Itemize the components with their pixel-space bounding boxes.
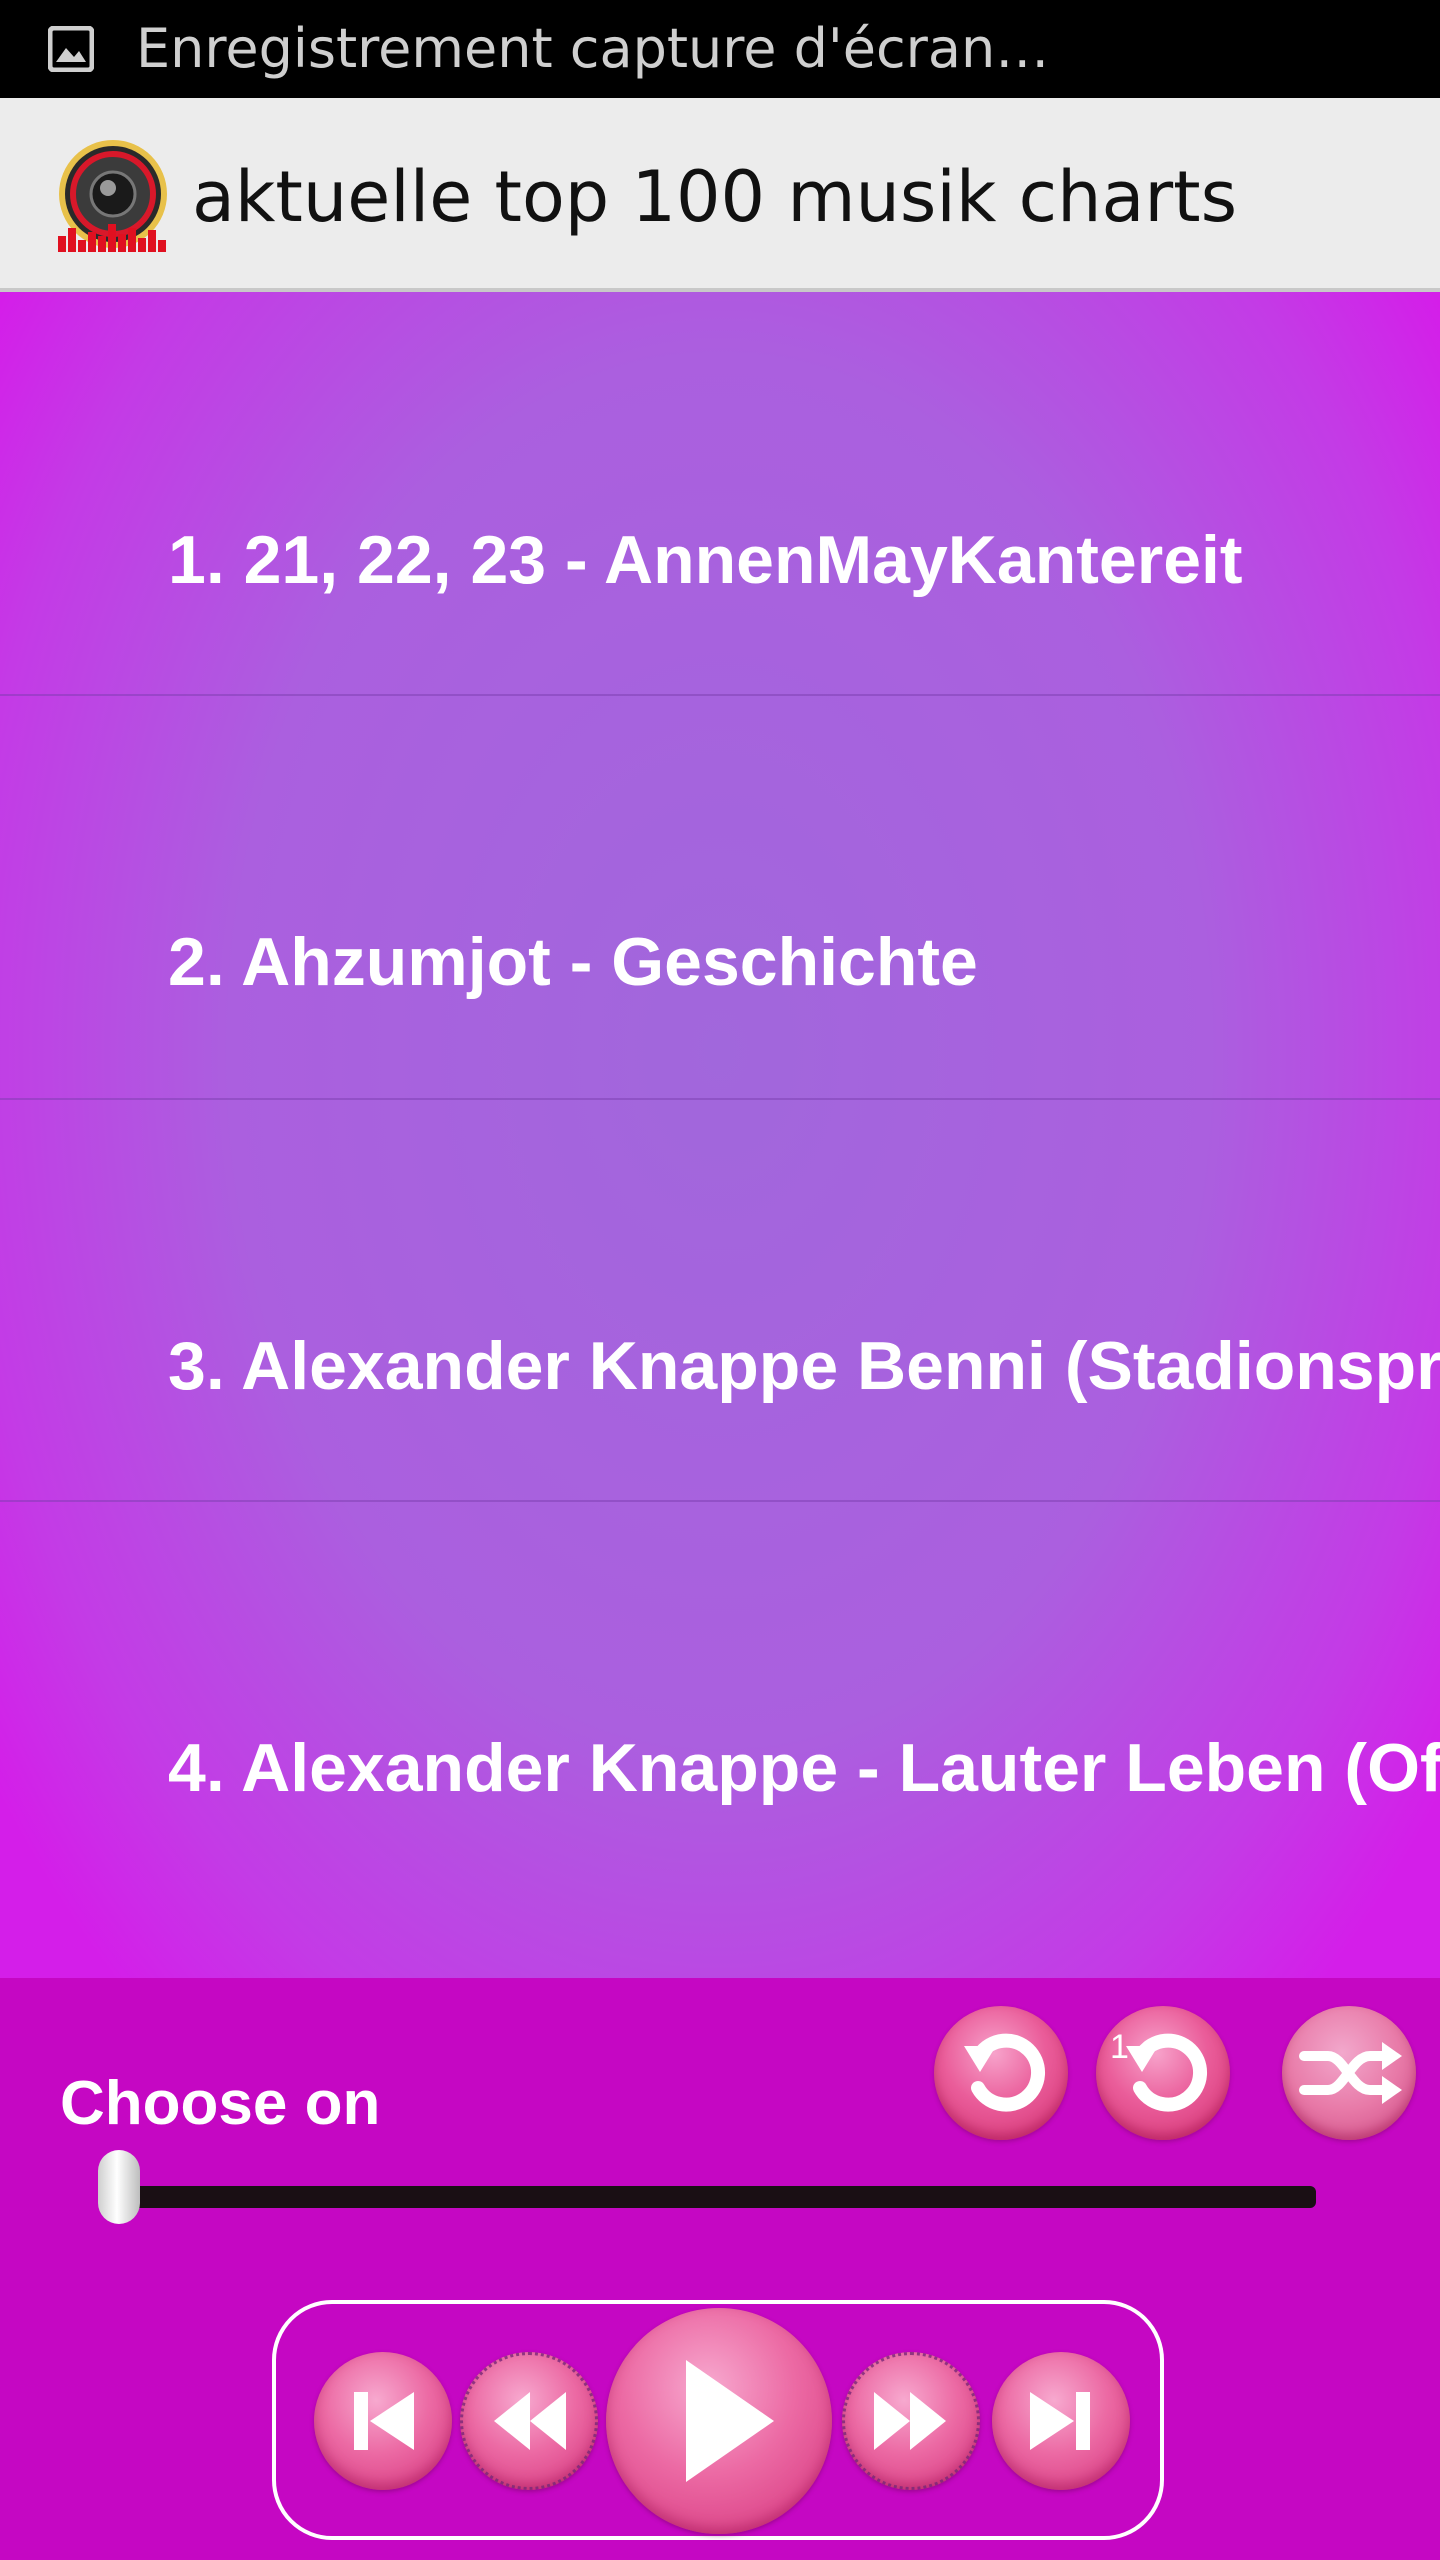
shuffle-button[interactable] <box>1282 2006 1416 2140</box>
song-label: 4. Alexander Knappe - Lauter Leben (Offi… <box>168 1730 1440 1806</box>
repeat-one-icon: 1 <box>1110 2028 1207 2112</box>
repeat-one-button[interactable]: 1 <box>1096 2006 1230 2140</box>
play-icon <box>686 2360 774 2482</box>
choose-label: Choose on <box>60 2069 381 2138</box>
skip-previous-icon <box>354 2392 414 2450</box>
image-icon <box>47 25 95 73</box>
notification-text: Enregistrement capture d'écran… <box>136 17 1050 80</box>
song-list[interactable]: 1. 21, 22, 23 - AnnenMayKantereit 2. Ahz… <box>0 292 1440 1978</box>
song-label: 3. Alexander Knappe Benni (Stadionsprech… <box>168 1328 1440 1404</box>
app-title: aktuelle top 100 musik charts <box>192 156 1238 238</box>
transport-controls <box>272 2300 1164 2540</box>
fast-forward-button[interactable] <box>842 2352 980 2490</box>
rewind-icon <box>494 2392 566 2450</box>
status-bar: Enregistrement capture d'écran… <box>0 0 1440 98</box>
skip-next-button[interactable] <box>992 2352 1130 2490</box>
song-list-item[interactable]: 1. 21, 22, 23 - AnnenMayKantereit <box>0 292 1440 696</box>
song-list-item[interactable]: 2. Ahzumjot - Geschichte <box>0 696 1440 1100</box>
repeat-icon <box>964 2033 1045 2112</box>
speaker-equalizer-icon <box>52 136 174 258</box>
song-label: 1. 21, 22, 23 - AnnenMayKantereit <box>168 522 1243 598</box>
repeat-one-label: 1 <box>1110 2028 1129 2066</box>
player-panel: Choose on 1 <box>0 1978 1440 2560</box>
shuffle-icon <box>1299 2042 1402 2104</box>
fast-forward-icon <box>874 2392 946 2450</box>
seek-thumb[interactable] <box>98 2150 140 2224</box>
song-list-item[interactable]: 4. Alexander Knappe - Lauter Leben (Offi… <box>0 1500 1440 1902</box>
skip-previous-button[interactable] <box>314 2352 452 2490</box>
play-button[interactable] <box>606 2308 832 2534</box>
app-bar: aktuelle top 100 musik charts <box>0 98 1440 292</box>
seek-bar[interactable] <box>112 2186 1316 2208</box>
song-label: 2. Ahzumjot - Geschichte <box>168 924 978 1000</box>
song-list-item[interactable]: 3. Alexander Knappe Benni (Stadionsprech… <box>0 1098 1440 1502</box>
repeat-button[interactable] <box>934 2006 1068 2140</box>
skip-next-icon <box>1030 2392 1090 2450</box>
rewind-button[interactable] <box>460 2352 598 2490</box>
